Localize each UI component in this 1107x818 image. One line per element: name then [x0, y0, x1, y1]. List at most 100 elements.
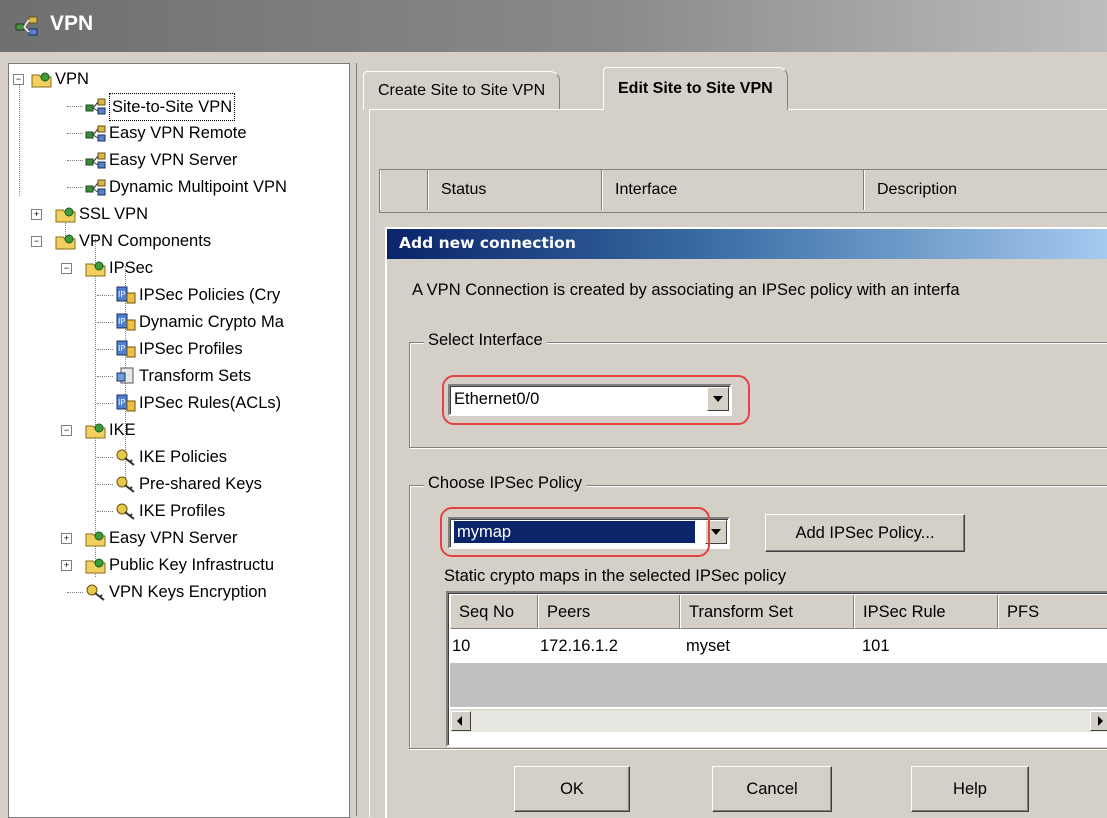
column-header-ipsec-rule[interactable]: IPSec Rule — [854, 595, 998, 629]
tree-item-label: IKE Policies — [139, 448, 228, 466]
folder-lock-icon — [55, 232, 77, 250]
folder-lock-icon — [31, 70, 53, 88]
folder-lock-icon — [55, 205, 77, 223]
key-icon — [115, 448, 137, 466]
crypto-maps-label: Static crypto maps in the selected IPSec… — [444, 567, 787, 585]
vpn-nodes-icon — [85, 178, 107, 196]
folder-lock-icon — [85, 259, 107, 277]
column-header-transform-set[interactable]: Transform Set — [680, 595, 854, 629]
tree-item-label: SSL VPN — [79, 205, 149, 223]
tree-item-label: Easy VPN Server — [109, 151, 238, 169]
tree-item-label: IPSec Profiles — [139, 340, 243, 358]
ip-doc-icon: IP — [115, 340, 137, 358]
tree-item-label: VPN Components — [79, 232, 212, 250]
column-header-pfs[interactable]: PFS — [998, 595, 1107, 629]
cancel-button[interactable]: Cancel — [712, 766, 832, 812]
tree-connector-line — [97, 295, 113, 296]
tab-create-site-to-site-vpn[interactable]: Create Site to Site VPN — [363, 71, 561, 110]
folder-lock-icon — [85, 556, 107, 574]
ok-button[interactable]: OK — [514, 766, 630, 812]
tree-item-label: Site-to-Site VPN — [109, 93, 236, 121]
key-icon — [115, 502, 137, 520]
svg-text:IP: IP — [118, 317, 125, 326]
ip-doc-icon: IP — [115, 286, 137, 304]
table-empty-area — [450, 663, 1107, 707]
tree-connector-line — [97, 349, 113, 350]
tree-item-label: Easy VPN Remote — [109, 124, 247, 142]
table-cell-transform-set[interactable]: myset — [686, 633, 730, 659]
collapse-icon[interactable]: − — [61, 425, 72, 436]
tree-item-label: IPSec Policies (Cry — [139, 286, 281, 304]
svg-text:IP: IP — [118, 290, 125, 299]
column-header-description[interactable]: Description — [864, 170, 1107, 210]
expand-icon[interactable]: + — [61, 533, 72, 544]
crypto-maps-table[interactable]: Seq No Peers Transform Set IPSec Rule PF… — [446, 591, 1107, 747]
ip-doc-icon: IP — [115, 394, 137, 412]
tree-item-label: IKE Profiles — [139, 502, 226, 520]
table-cell-peers[interactable]: 172.16.1.2 — [540, 633, 618, 659]
dialog-titlebar: Add new connection — [387, 229, 1107, 259]
folder-lock-icon — [85, 529, 107, 547]
tree-connector-line — [67, 106, 83, 107]
vpn-network-icon — [15, 16, 38, 36]
connections-grid-header: Status Interface Description — [379, 169, 1107, 213]
tree-item-label: Transform Sets — [139, 367, 252, 385]
ip-doc-icon: IP — [115, 313, 137, 331]
dialog-title: Add new connection — [399, 234, 576, 252]
highlight-ring — [440, 507, 710, 557]
tree-connector-line — [95, 239, 96, 577]
scroll-right-icon[interactable] — [1090, 711, 1107, 731]
tree-connector-line — [67, 160, 83, 161]
vpn-nodes-icon — [85, 97, 107, 115]
column-header-status[interactable]: Status — [428, 170, 602, 210]
svg-text:IP: IP — [118, 398, 125, 407]
column-header-seq-no[interactable]: Seq No — [450, 595, 538, 629]
column-header-select[interactable] — [380, 170, 428, 210]
tab-edit-site-to-site-vpn[interactable]: Edit Site to Site VPN — [603, 67, 788, 110]
tree-item-label: VPN — [55, 70, 89, 88]
column-header-interface[interactable]: Interface — [602, 170, 864, 210]
tree-connector-line — [97, 511, 113, 512]
column-header-peers[interactable]: Peers — [538, 595, 680, 629]
tab-label: Create Site to Site VPN — [378, 82, 546, 99]
tree-connector-line — [97, 484, 113, 485]
tree-item-label: Dynamic Crypto Ma — [139, 313, 284, 331]
add-ipsec-policy-button[interactable]: Add IPSec Policy... — [765, 514, 965, 552]
tree-connector-line — [97, 403, 113, 404]
tree-connector-line — [97, 457, 113, 458]
tab-label: Edit Site to Site VPN — [618, 80, 773, 97]
select-interface-legend: Select Interface — [424, 331, 547, 350]
tree-connector-line — [67, 592, 83, 593]
ipsec-policy-legend: Choose IPSec Policy — [424, 474, 587, 493]
collapse-icon[interactable]: − — [61, 263, 72, 274]
expand-icon[interactable]: + — [31, 209, 42, 220]
window-titlebar: VPN — [0, 0, 1107, 52]
key-icon — [85, 583, 107, 601]
tree-connector-line — [97, 376, 113, 377]
tree-item-label: IPSec Rules(ACLs) — [139, 394, 282, 412]
expand-icon[interactable]: + — [61, 560, 72, 571]
tree-connector-line — [67, 133, 83, 134]
tree-item-label: Easy VPN Server — [109, 529, 238, 547]
tree-item-label: VPN Keys Encryption — [109, 583, 267, 601]
scroll-left-icon[interactable] — [451, 711, 471, 731]
key-icon — [115, 475, 137, 493]
vpn-nodes-icon — [85, 151, 107, 169]
tree-item-label: Pre-shared Keys — [139, 475, 262, 493]
horizontal-scrollbar[interactable] — [450, 709, 1107, 732]
tree-item-label: Public Key Infrastructu — [109, 556, 275, 574]
transform-icon — [115, 367, 137, 385]
table-cell-ipsec-rule[interactable]: 101 — [862, 633, 890, 659]
collapse-icon[interactable]: − — [31, 236, 42, 247]
help-button[interactable]: Help — [911, 766, 1029, 812]
collapse-icon[interactable]: − — [13, 74, 24, 85]
tree-connector-line — [67, 187, 83, 188]
table-cell-seq-no[interactable]: 10 — [452, 633, 470, 659]
navigation-tree[interactable]: − VPN Site-to-Site VPN Easy VPN Remote Easy … — [8, 63, 350, 818]
tree-connector-line — [97, 322, 113, 323]
window-title: VPN — [50, 12, 94, 35]
vpn-nodes-icon — [85, 124, 107, 142]
highlight-ring — [442, 375, 750, 425]
tree-item-label: IPSec — [109, 259, 154, 277]
svg-text:IP: IP — [118, 344, 125, 353]
